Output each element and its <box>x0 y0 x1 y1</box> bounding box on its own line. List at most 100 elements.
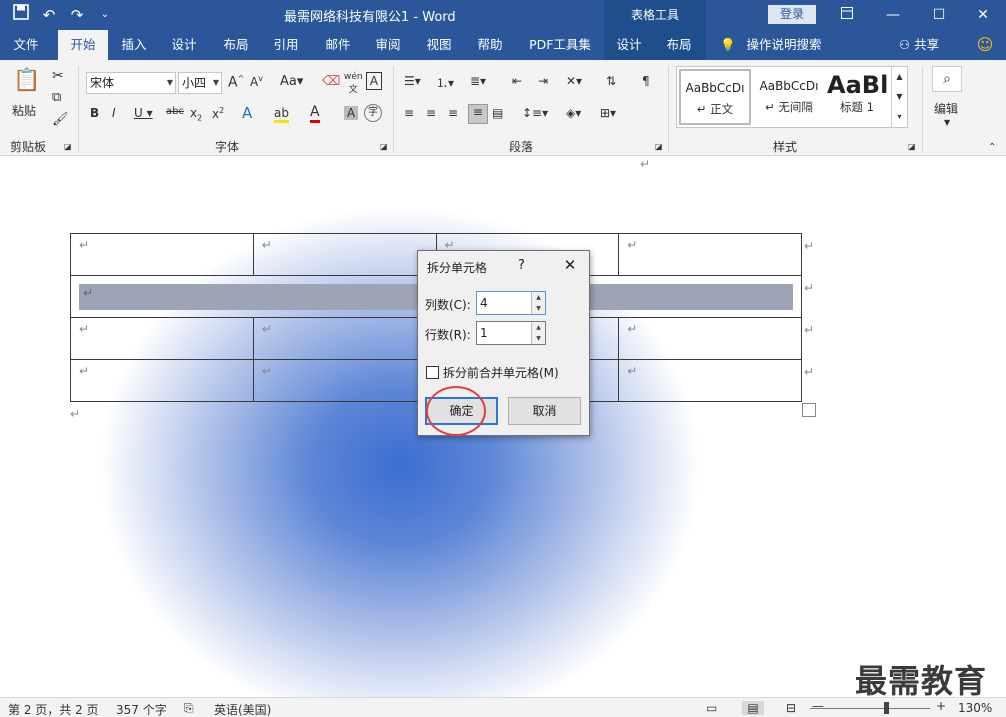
tab-table-design[interactable]: 设计 <box>606 30 652 60</box>
justify-icon[interactable]: ≡ <box>468 104 488 124</box>
merge-before-split-label[interactable]: 拆分前合并单元格(M) <box>443 364 559 381</box>
chevron-down-icon[interactable]: ▼ <box>532 303 545 314</box>
columns-stepper[interactable]: 4 ▲ ▼ <box>476 291 546 315</box>
underline-icon[interactable]: U ▾ <box>134 106 153 120</box>
style-normal[interactable]: AaBbCcDı ↵ 正文 <box>679 69 751 125</box>
strikethrough-icon[interactable]: abc <box>166 106 184 117</box>
table-cell[interactable]: ↵ <box>70 359 254 402</box>
clipboard-launcher-icon[interactable]: ◪ <box>64 142 72 151</box>
align-left-icon[interactable]: ≡ <box>404 106 414 120</box>
table-cell[interactable]: ↵ <box>252 317 437 360</box>
minimize-icon[interactable]: — <box>870 0 916 30</box>
show-marks-icon[interactable]: ¶ <box>642 74 650 88</box>
table-cell[interactable]: ↵ <box>70 233 254 276</box>
merge-before-split-checkbox[interactable] <box>426 366 439 379</box>
customize-qat-icon[interactable]: ⌄ <box>94 4 116 26</box>
rows-stepper[interactable]: 1 ▲ ▼ <box>476 321 546 345</box>
subscript-icon[interactable]: x2 <box>190 106 202 122</box>
table-cell[interactable]: ↵ <box>252 359 437 402</box>
zoom-level[interactable]: 130% <box>958 701 992 715</box>
align-center-icon[interactable]: ≡ <box>426 106 436 120</box>
grow-font-icon[interactable]: A^ <box>228 74 244 91</box>
bullets-icon[interactable]: ☰▾ <box>404 74 421 88</box>
chevron-down-icon[interactable]: ▼ <box>532 333 545 344</box>
numbering-icon[interactable]: ⒈▾ <box>436 74 454 91</box>
web-layout-icon[interactable]: ⊟ <box>786 701 796 715</box>
chevron-up-icon[interactable]: ▲ <box>532 292 545 303</box>
tab-layout[interactable]: 布局 <box>214 30 258 60</box>
print-layout-icon[interactable]: ▤ <box>742 701 764 715</box>
table-cell[interactable]: ↵ <box>252 233 437 276</box>
page-count[interactable]: 第 2 页，共 2 页 <box>8 701 99 717</box>
redo-icon[interactable]: ↷ <box>66 4 88 26</box>
cut-icon[interactable]: ✂ <box>52 68 64 84</box>
collapse-ribbon-icon[interactable]: ⌃ <box>988 142 996 153</box>
format-painter-icon[interactable]: 🖌 <box>52 112 69 127</box>
styles-scroll[interactable]: ▲ ▼ ▾ <box>891 67 907 127</box>
font-size-combo[interactable]: 小四 ▼ <box>178 72 222 94</box>
tab-mailings[interactable]: 邮件 <box>316 30 360 60</box>
phonetic-guide-icon[interactable]: wén 文 <box>344 72 363 95</box>
enclose-characters-icon[interactable]: 字 <box>364 104 382 122</box>
character-shading-icon[interactable]: A <box>344 106 358 120</box>
stepper-buttons[interactable]: ▲ ▼ <box>531 292 545 314</box>
word-count[interactable]: 357 个字 <box>116 701 167 717</box>
smiley-feedback-icon[interactable]: ☺ <box>972 30 998 60</box>
multilevel-list-icon[interactable]: ≣▾ <box>470 74 486 88</box>
paste-button[interactable]: 粘贴 <box>12 102 36 119</box>
tab-design[interactable]: 设计 <box>162 30 206 60</box>
highlight-color-icon[interactable]: ab <box>274 106 289 123</box>
text-effects-icon[interactable]: A <box>242 104 252 122</box>
close-icon[interactable]: ✕ <box>558 254 582 276</box>
close-icon[interactable]: ✕ <box>960 0 1006 30</box>
cancel-button[interactable]: 取消 <box>508 397 581 425</box>
tab-file[interactable]: 文件 <box>0 30 52 60</box>
tell-me-search[interactable]: 操作说明搜索 <box>742 30 826 60</box>
undo-icon[interactable]: ↶ <box>38 4 60 26</box>
ribbon-display-icon[interactable] <box>824 0 870 30</box>
stepper-buttons[interactable]: ▲ ▼ <box>531 322 545 344</box>
table-cell[interactable]: ↵ <box>618 233 802 276</box>
zoom-slider[interactable] <box>810 708 930 709</box>
distributed-icon[interactable]: ▤ <box>492 106 503 120</box>
share-button[interactable]: ⚇ 共享 <box>894 30 944 60</box>
editing-button[interactable]: 编辑 <box>934 100 958 117</box>
decrease-indent-icon[interactable]: ⇤ <box>512 74 522 88</box>
sort-icon[interactable]: ⇅ <box>606 74 616 88</box>
shrink-font-icon[interactable]: Av <box>250 74 263 89</box>
zoom-out-icon[interactable]: — <box>812 699 824 713</box>
copy-icon[interactable]: ⧉ <box>52 90 61 105</box>
tab-home[interactable]: 开始 <box>58 30 108 60</box>
proofing-icon[interactable]: ⎘ <box>184 701 194 716</box>
zoom-slider-thumb[interactable] <box>884 702 889 714</box>
font-name-combo[interactable]: 宋体 ▼ <box>86 72 176 94</box>
align-right-icon[interactable]: ≡ <box>448 106 458 120</box>
login-button[interactable]: 登录 <box>768 5 816 24</box>
zoom-in-icon[interactable]: + <box>936 699 946 713</box>
paragraph-launcher-icon[interactable]: ◪ <box>655 142 663 151</box>
borders-icon[interactable]: ⊞▾ <box>600 106 616 120</box>
find-icon[interactable]: ⌕ <box>932 66 962 92</box>
table-cell[interactable]: ↵ <box>618 359 802 402</box>
tab-view[interactable]: 视图 <box>417 30 461 60</box>
tab-table-layout[interactable]: 布局 <box>656 30 702 60</box>
line-spacing-icon[interactable]: ↕≡▾ <box>522 106 548 120</box>
chevron-up-icon[interactable]: ▲ <box>532 322 545 333</box>
table-resize-handle[interactable] <box>802 403 816 417</box>
maximize-icon[interactable]: ☐ <box>916 0 962 30</box>
styles-launcher-icon[interactable]: ◪ <box>908 142 916 151</box>
table-cell[interactable]: ↵ <box>618 317 802 360</box>
italic-icon[interactable]: I <box>112 106 116 120</box>
language[interactable]: 英语(美国) <box>214 701 271 717</box>
style-no-spacing[interactable]: AaBbCcDı ↵ 无间隔 <box>753 69 825 125</box>
chinese-layout-icon[interactable]: ✕▾ <box>566 74 582 88</box>
character-border-icon[interactable]: A <box>366 72 382 90</box>
help-icon[interactable]: ? <box>518 258 525 273</box>
save-icon[interactable] <box>10 4 32 26</box>
tab-pdf-tools[interactable]: PDF工具集 <box>522 30 598 60</box>
font-color-icon[interactable]: A <box>310 104 320 123</box>
style-heading-1[interactable]: AaBl 标题 1 <box>827 69 887 125</box>
tab-references[interactable]: 引用 <box>264 30 308 60</box>
bold-icon[interactable]: B <box>90 106 99 120</box>
superscript-icon[interactable]: x2 <box>212 106 224 121</box>
